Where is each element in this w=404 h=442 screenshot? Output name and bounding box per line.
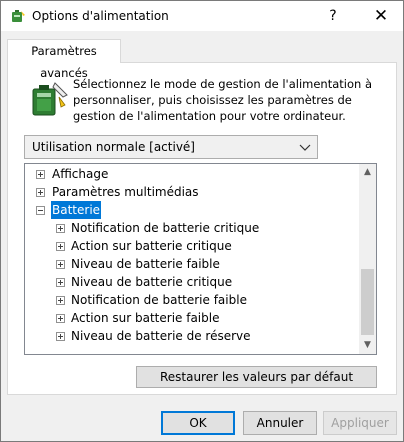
- scroll-up-icon[interactable]: ▲: [359, 164, 376, 181]
- tab-advanced-settings[interactable]: Paramètres avancés: [7, 39, 121, 80]
- tree-item-label: Action sur batterie critique: [71, 239, 232, 253]
- tree-item[interactable]: Paramètres multimédias: [25, 183, 359, 201]
- expand-icon[interactable]: [56, 278, 65, 287]
- tree-item[interactable]: Niveau de batterie critique: [25, 273, 359, 291]
- scroll-down-icon[interactable]: ▼: [359, 337, 376, 354]
- tree-item[interactable]: Niveau de batterie faible: [25, 255, 359, 273]
- cancel-button[interactable]: Annuler: [243, 411, 317, 435]
- close-button[interactable]: ✕: [359, 1, 403, 31]
- tree-item[interactable]: Action sur batterie faible: [25, 309, 359, 327]
- tree-item[interactable]: Niveau de batterie de réserve: [25, 327, 359, 345]
- tree-item-selected[interactable]: Batterie: [25, 201, 359, 219]
- tree-item[interactable]: Affichage: [25, 165, 359, 183]
- description-text: Sélectionnez le mode de gestion de l'ali…: [73, 77, 373, 123]
- settings-tree[interactable]: Affichage Paramètres multimédias Batteri…: [24, 163, 377, 355]
- scrollbar-thumb[interactable]: [361, 269, 374, 335]
- tree-item-label: Batterie: [51, 201, 102, 219]
- expand-icon[interactable]: [36, 170, 45, 179]
- expand-icon[interactable]: [56, 332, 65, 341]
- tree-item-label: Paramètres multimédias: [52, 185, 199, 199]
- title-bar: Options d'alimentation ? ✕: [1, 1, 403, 31]
- tree-item[interactable]: Notification de batterie critique: [25, 219, 359, 237]
- tree-item-label: Notification de batterie faible: [71, 293, 247, 307]
- tree-item[interactable]: Notification de batterie faible: [25, 291, 359, 309]
- power-plan-value: Utilisation normale [activé]: [32, 140, 195, 154]
- power-options-dialog: Options d'alimentation ? ✕ Paramètres av…: [0, 0, 404, 442]
- tree-item-label: Affichage: [52, 167, 109, 181]
- tree-item[interactable]: Action sur batterie critique: [25, 237, 359, 255]
- tree-item-label: Niveau de batterie de réserve: [71, 329, 251, 343]
- power-options-icon: [12, 10, 25, 22]
- help-button[interactable]: ?: [311, 1, 355, 31]
- tree-item-label: Notification de batterie critique: [71, 221, 260, 235]
- expand-icon[interactable]: [56, 224, 65, 233]
- expand-icon[interactable]: [56, 242, 65, 251]
- power-plan-select[interactable]: Utilisation normale [activé]: [24, 135, 318, 159]
- tree-item-label: Niveau de batterie faible: [71, 257, 220, 271]
- window-title: Options d'alimentation: [32, 9, 169, 23]
- battery-settings-icon: [32, 82, 68, 116]
- chevron-down-icon: [299, 144, 311, 151]
- expand-icon[interactable]: [56, 260, 65, 269]
- apply-button[interactable]: Appliquer: [323, 411, 397, 435]
- ok-button[interactable]: OK: [161, 411, 235, 435]
- expand-icon[interactable]: [56, 296, 65, 305]
- vertical-scrollbar[interactable]: ▲ ▼: [359, 164, 376, 354]
- tree-item-label: Niveau de batterie critique: [71, 275, 233, 289]
- collapse-icon[interactable]: [36, 206, 45, 215]
- expand-icon[interactable]: [56, 314, 65, 323]
- restore-defaults-button[interactable]: Restaurer les valeurs par défaut: [136, 366, 377, 388]
- tree-item-label: Action sur batterie faible: [71, 311, 220, 325]
- expand-icon[interactable]: [36, 188, 45, 197]
